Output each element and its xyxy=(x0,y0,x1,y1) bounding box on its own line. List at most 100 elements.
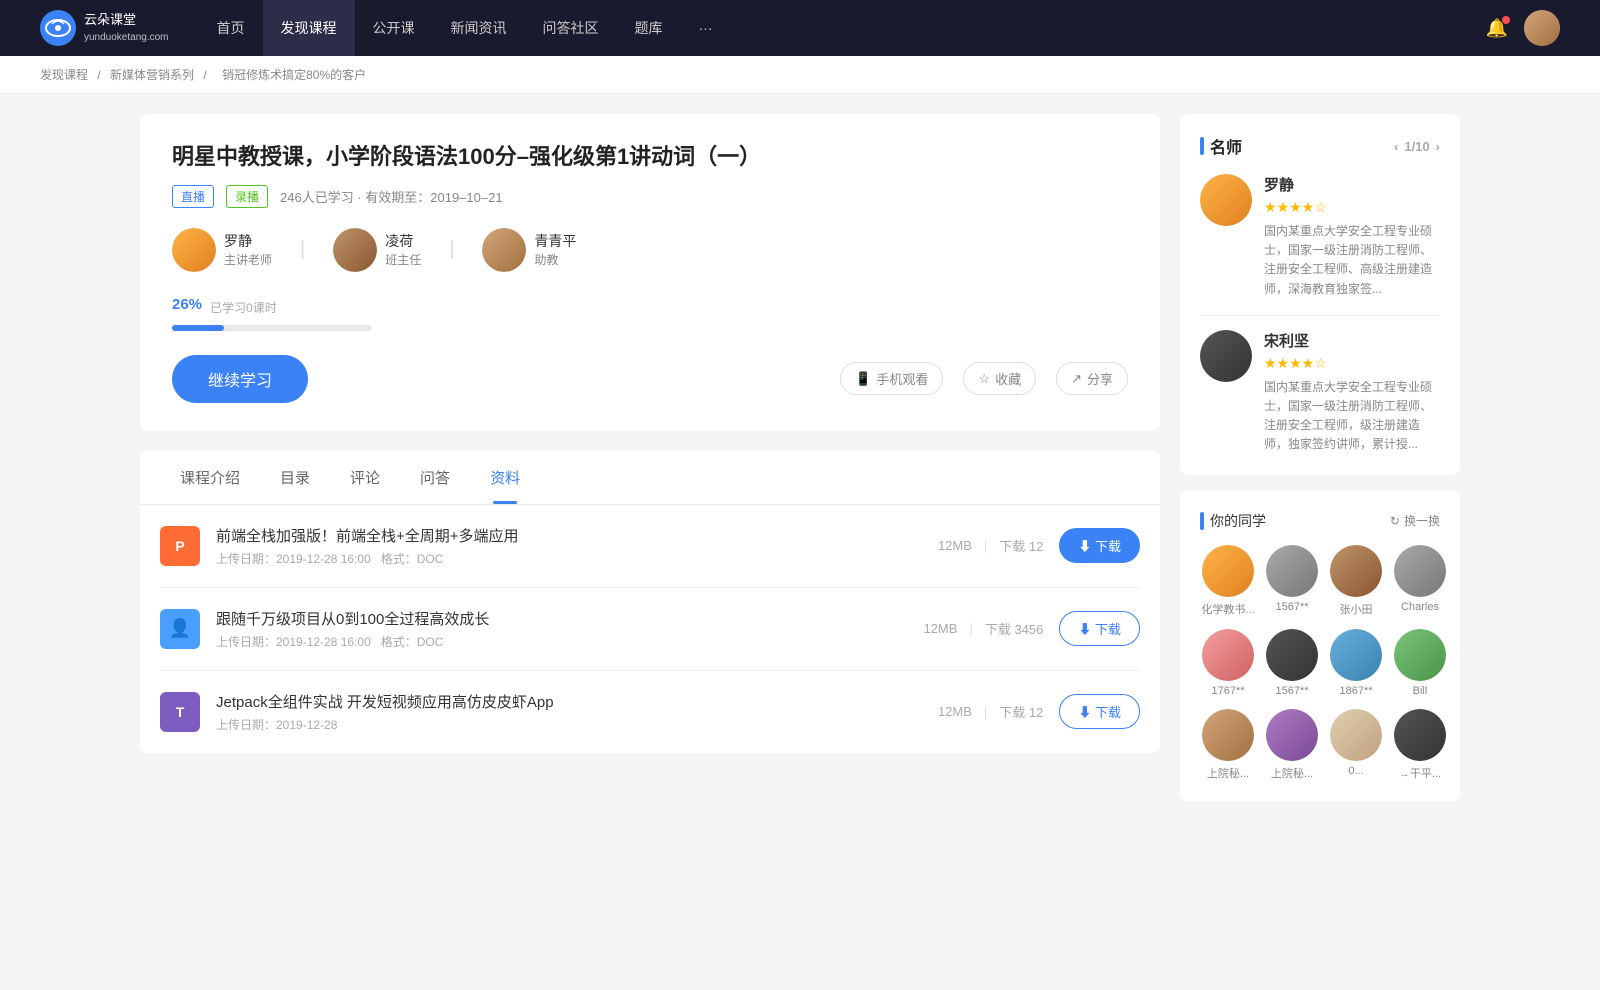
left-content: 明星中教授课，小学阶段语法100分–强化级第1讲动词（一） 直播 录播 246人… xyxy=(140,114,1160,801)
collect-button[interactable]: ☆ 收藏 xyxy=(963,362,1036,395)
classmate-10[interactable]: 0... xyxy=(1328,709,1384,781)
breadcrumb-series[interactable]: 新媒体营销系列 xyxy=(110,68,194,82)
teacher-3-avatar xyxy=(482,228,526,272)
download-btn-3[interactable]: ⬇ 下载 xyxy=(1059,694,1140,729)
teacher-2: 凌荷 班主任 xyxy=(333,228,421,272)
tag-record: 录播 xyxy=(226,185,268,208)
file-list: P 前端全栈加强版！前端全栈+全周期+多端应用 上传日期：2019-12-28 … xyxy=(140,505,1160,753)
classmate-1[interactable]: 1567** xyxy=(1264,545,1320,617)
file-meta-3: 上传日期：2019-12-28 xyxy=(216,716,922,733)
breadcrumb-discover[interactable]: 发现课程 xyxy=(40,68,88,82)
title-bar xyxy=(1200,137,1204,155)
teachers-card: 名师 ‹ 1/10 › 罗静 ★★★★☆ 国内某重点大学安全工程专业硕士，国家一… xyxy=(1180,114,1460,475)
sidebar-teacher-2: 宋利坚 ★★★★☆ 国内某重点大学安全工程专业硕士，国家一级注册消防工程师、注册… xyxy=(1200,330,1440,455)
classmates-grid: 化学教书... 1567** 张小田 Charles 1767** xyxy=(1200,545,1440,781)
file-stats-1: 12MB | 下载 12 xyxy=(938,536,1043,555)
course-meta-text: 246人已学习 · 有效期至：2019–10–21 xyxy=(280,187,503,206)
classmate-2[interactable]: 张小田 xyxy=(1328,545,1384,617)
action-row: 继续学习 📱 手机观看 ☆ 收藏 ↗ 分享 xyxy=(172,355,1128,403)
classmate-7[interactable]: Bill xyxy=(1392,629,1448,697)
file-item-2: 👤 跟随千万级项目从0到100全过程高效成长 上传日期：2019-12-28 1… xyxy=(160,588,1140,671)
tab-catalog[interactable]: 目录 xyxy=(260,451,330,504)
progress-bar-bg xyxy=(172,325,372,331)
teacher-3-role: 助教 xyxy=(534,251,576,268)
nav-news[interactable]: 新闻资讯 xyxy=(433,0,525,56)
classmates-card: 你的同学 ↻ 换一换 化学教书... 1567** 张小田 xyxy=(1180,491,1460,801)
tab-intro[interactable]: 课程介绍 xyxy=(160,451,260,504)
tag-live: 直播 xyxy=(172,185,214,208)
nav-discover[interactable]: 发现课程 xyxy=(263,0,355,56)
mobile-watch-button[interactable]: 📱 手机观看 xyxy=(840,362,943,395)
pagination-nav: ‹ 1/10 › xyxy=(1394,139,1440,154)
nav-more[interactable]: ··· xyxy=(681,0,731,56)
refresh-button[interactable]: ↻ 换一换 xyxy=(1390,512,1440,529)
course-teachers: 罗静 主讲老师 | 凌荷 班主任 | xyxy=(172,228,1128,272)
file-info-3: Jetpack全组件实战 开发短视频应用高仿皮皮虾App 上传日期：2019-1… xyxy=(216,691,922,733)
sidebar-teacher-2-stars: ★★★★☆ xyxy=(1264,355,1440,372)
bell-icon[interactable]: 🔔 xyxy=(1486,18,1508,39)
file-icon-1: P xyxy=(160,526,200,566)
tabs-nav: 课程介绍 目录 评论 问答 资料 xyxy=(140,451,1160,505)
download-btn-1[interactable]: ⬇ 下载 xyxy=(1059,528,1140,563)
refresh-icon: ↻ xyxy=(1390,514,1400,528)
classmate-3[interactable]: Charles xyxy=(1392,545,1448,617)
teachers-title: 名师 xyxy=(1210,134,1242,158)
continue-button[interactable]: 继续学习 xyxy=(172,355,308,403)
tab-qa[interactable]: 问答 xyxy=(400,451,470,504)
classmate-11[interactable]: →干平... xyxy=(1392,709,1448,781)
sidebar-teacher-1: 罗静 ★★★★☆ 国内某重点大学安全工程专业硕士，国家一级注册消防工程师、注册安… xyxy=(1200,174,1440,299)
share-icon: ↗ xyxy=(1071,371,1082,387)
course-header-card: 明星中教授课，小学阶段语法100分–强化级第1讲动词（一） 直播 录播 246人… xyxy=(140,114,1160,431)
tab-comments[interactable]: 评论 xyxy=(330,451,400,504)
star-icon: ☆ xyxy=(978,371,990,387)
nav-quiz[interactable]: 题库 xyxy=(617,0,681,56)
sidebar-teacher-1-stars: ★★★★☆ xyxy=(1264,199,1440,216)
classmates-title: 你的同学 xyxy=(1210,511,1266,531)
user-avatar[interactable] xyxy=(1524,10,1560,46)
classmate-4[interactable]: 1767** xyxy=(1200,629,1256,697)
nav-qa[interactable]: 问答社区 xyxy=(525,0,617,56)
progress-label: 26% xyxy=(172,296,202,313)
classmate-8[interactable]: 上院秘... xyxy=(1200,709,1256,781)
tabs-card: 课程介绍 目录 评论 问答 资料 P 前端全栈加强版！前端全栈+全周期+多端应用… xyxy=(140,451,1160,753)
mobile-icon: 📱 xyxy=(855,371,871,387)
logo[interactable]: 云朵课堂yunduoketang.com xyxy=(40,10,169,46)
file-icon-3: T xyxy=(160,692,200,732)
next-page-icon[interactable]: › xyxy=(1436,139,1440,154)
teacher-2-role: 班主任 xyxy=(385,251,421,268)
progress-sub: 已学习0课时 xyxy=(210,299,277,316)
file-item-1: P 前端全栈加强版！前端全栈+全周期+多端应用 上传日期：2019-12-28 … xyxy=(160,505,1140,588)
teacher-3: 青青平 助教 xyxy=(482,228,576,272)
nav-links: 首页 发现课程 公开课 新闻资讯 问答社区 题库 ··· xyxy=(199,0,1486,56)
sidebar-teacher-1-avatar xyxy=(1200,174,1252,226)
classmates-title-bar xyxy=(1200,512,1204,530)
progress-bar-fill xyxy=(172,325,224,331)
avatar-img xyxy=(1524,10,1560,46)
main-container: 明星中教授课，小学阶段语法100分–强化级第1讲动词（一） 直播 录播 246人… xyxy=(100,94,1500,821)
pagination-text: 1/10 xyxy=(1404,139,1429,154)
teacher-divider xyxy=(1200,315,1440,316)
logo-text: 云朵课堂yunduoketang.com xyxy=(84,12,169,44)
logo-icon xyxy=(40,10,76,46)
nav-open[interactable]: 公开课 xyxy=(355,0,433,56)
teacher-1-name: 罗静 xyxy=(224,231,272,251)
file-name-1: 前端全栈加强版！前端全栈+全周期+多端应用 xyxy=(216,525,922,546)
download-btn-2[interactable]: ⬇ 下载 xyxy=(1059,611,1140,646)
classmates-card-title: 你的同学 ↻ 换一换 xyxy=(1200,511,1440,531)
file-item-3: T Jetpack全组件实战 开发短视频应用高仿皮皮虾App 上传日期：2019… xyxy=(160,671,1140,753)
nav-home[interactable]: 首页 xyxy=(199,0,263,56)
sidebar-teacher-1-name: 罗静 xyxy=(1264,174,1440,195)
prev-page-icon[interactable]: ‹ xyxy=(1394,139,1398,154)
share-button[interactable]: ↗ 分享 xyxy=(1056,362,1128,395)
file-name-2: 跟随千万级项目从0到100全过程高效成长 xyxy=(216,608,907,629)
tab-materials[interactable]: 资料 xyxy=(470,451,540,504)
course-meta: 直播 录播 246人已学习 · 有效期至：2019–10–21 xyxy=(172,185,1128,208)
classmate-5[interactable]: 1567** xyxy=(1264,629,1320,697)
classmate-9[interactable]: 上院秘... xyxy=(1264,709,1320,781)
classmate-0[interactable]: 化学教书... xyxy=(1200,545,1256,617)
bell-dot xyxy=(1502,16,1510,24)
classmate-6[interactable]: 1867** xyxy=(1328,629,1384,697)
file-stats-2: 12MB | 下载 3456 xyxy=(923,619,1043,638)
teachers-card-title: 名师 ‹ 1/10 › xyxy=(1200,134,1440,158)
file-stats-3: 12MB | 下载 12 xyxy=(938,702,1043,721)
